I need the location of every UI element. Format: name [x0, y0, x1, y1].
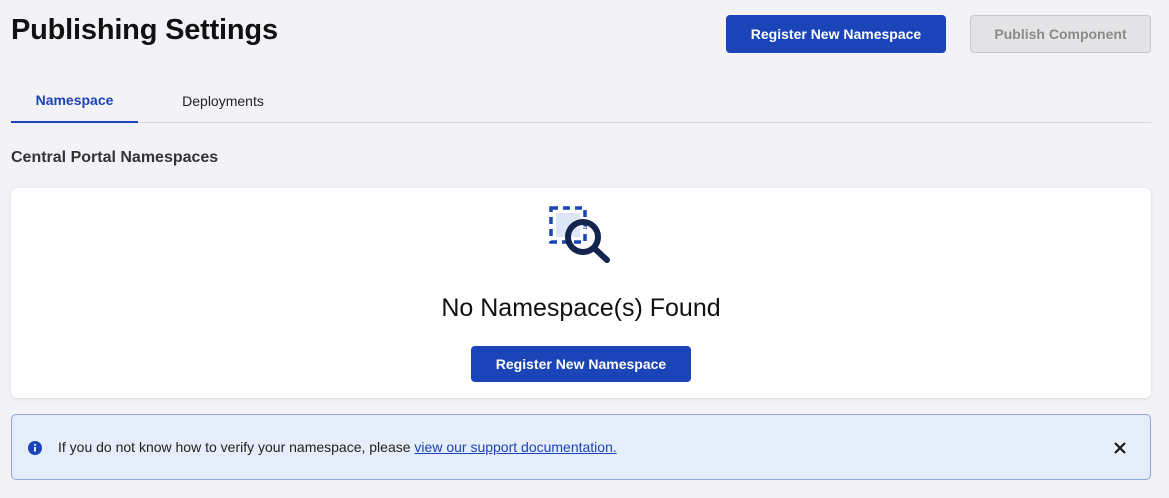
info-alert: If you do not know how to verify your na…	[11, 414, 1151, 480]
alert-message: If you do not know how to verify your na…	[58, 439, 617, 455]
search-dashed-square-icon	[549, 206, 610, 263]
tab-namespace[interactable]: Namespace	[11, 78, 138, 123]
register-namespace-button[interactable]: Register New Namespace	[726, 15, 946, 53]
tab-deployments[interactable]: Deployments	[161, 78, 285, 123]
page-title: Publishing Settings	[11, 14, 278, 46]
support-documentation-link[interactable]: view our support documentation.	[414, 439, 616, 455]
publish-component-button[interactable]: Publish Component	[970, 15, 1151, 53]
info-icon	[28, 441, 42, 455]
tab-bar: Namespace Deployments	[11, 78, 1151, 123]
section-title: Central Portal Namespaces	[11, 149, 219, 166]
empty-state-title: No Namespace(s) Found	[441, 294, 721, 322]
register-namespace-button-secondary[interactable]: Register New Namespace	[471, 346, 691, 382]
empty-state-card: No Namespace(s) Found Register New Names…	[11, 188, 1151, 398]
close-icon[interactable]	[1113, 441, 1127, 455]
alert-text: If you do not know how to verify your na…	[58, 439, 415, 455]
